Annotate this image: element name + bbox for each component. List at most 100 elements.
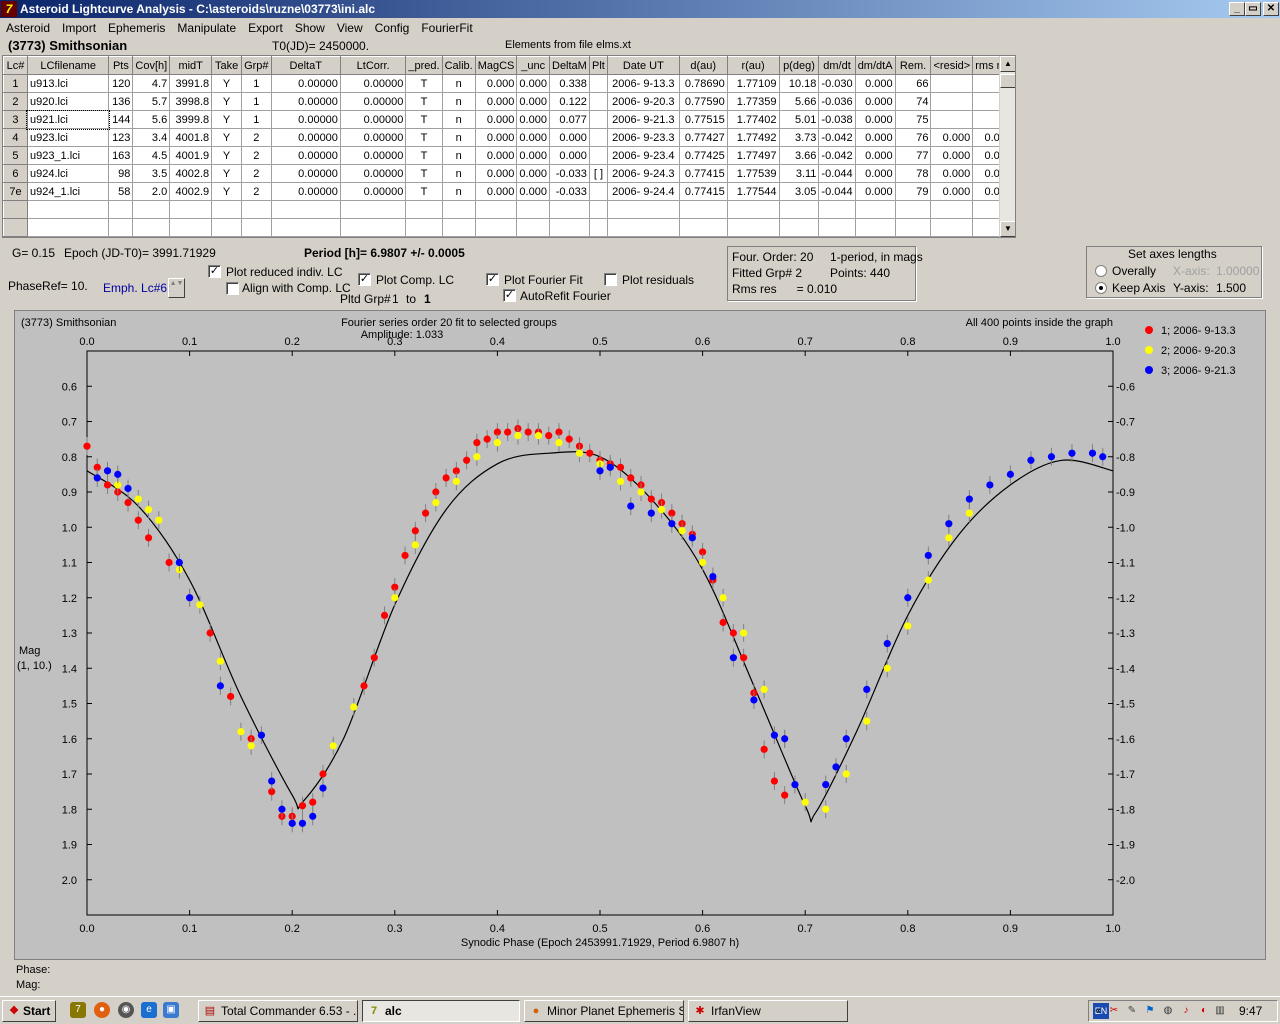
table-cell[interactable]: 123 — [108, 128, 134, 147]
lightcurve-chart[interactable]: (3773) Smithsonian Fourier series order … — [14, 310, 1266, 960]
table-cell[interactable]: 0.000 — [516, 110, 550, 129]
column-header[interactable]: Cov[h] — [132, 56, 171, 75]
data-point[interactable] — [545, 432, 553, 440]
data-point[interactable] — [904, 594, 912, 602]
menu-asteroid[interactable]: Asteroid — [0, 19, 56, 37]
table-cell[interactable]: 0.000 — [475, 128, 518, 147]
data-point[interactable] — [965, 509, 973, 517]
table-cell[interactable] — [855, 200, 896, 219]
table-cell[interactable] — [930, 74, 974, 93]
table-cell[interactable]: 0.00000 — [271, 164, 341, 183]
data-point[interactable] — [298, 802, 307, 810]
row-header[interactable]: 1 — [3, 74, 28, 93]
table-cell[interactable] — [930, 110, 974, 129]
table-cell[interactable]: 2 — [241, 146, 272, 165]
table-cell[interactable]: 3.5 — [132, 164, 171, 183]
data-point[interactable] — [103, 481, 112, 489]
data-point[interactable] — [165, 558, 173, 567]
table-cell[interactable]: 2006- 9-24.3 — [607, 164, 680, 183]
data-point[interactable] — [924, 576, 932, 584]
table-cell[interactable]: n — [442, 74, 476, 93]
column-header[interactable]: midT — [169, 56, 213, 75]
data-point[interactable] — [432, 498, 440, 507]
table-cell[interactable]: 0.00000 — [271, 92, 341, 111]
table-cell[interactable]: 0.338 — [549, 74, 590, 93]
table-cell[interactable]: 0.00000 — [340, 92, 407, 111]
column-header[interactable]: DeltaM — [548, 56, 590, 75]
table-cell[interactable] — [516, 218, 550, 237]
data-point[interactable] — [463, 456, 471, 464]
table-cell[interactable] — [589, 182, 608, 201]
data-point[interactable] — [370, 654, 378, 662]
column-header[interactable]: <resid> — [930, 56, 974, 75]
table-cell[interactable]: u920.lci — [27, 92, 110, 111]
table-cell[interactable] — [340, 200, 407, 219]
row-header[interactable]: 2 — [3, 92, 28, 111]
table-cell[interactable] — [779, 200, 820, 219]
data-point[interactable] — [1068, 449, 1076, 457]
table-cell[interactable]: 2006- 9-24.4 — [607, 182, 680, 201]
data-point[interactable] — [298, 819, 307, 827]
table-cell[interactable]: 3.4 — [132, 128, 171, 147]
data-point[interactable] — [770, 777, 779, 785]
column-header[interactable]: Take — [211, 56, 243, 75]
table-cell[interactable] — [132, 218, 171, 237]
table-cell[interactable]: u913.lci — [27, 74, 110, 93]
data-point[interactable] — [380, 611, 389, 619]
plot-reduced-checkbox[interactable]: ✓ — [208, 265, 221, 278]
table-cell[interactable]: 0.00000 — [271, 74, 341, 93]
table-cell[interactable]: 79 — [895, 182, 932, 201]
data-point[interactable] — [575, 449, 584, 457]
data-point[interactable] — [945, 520, 953, 528]
table-cell[interactable] — [241, 218, 272, 237]
data-point[interactable] — [216, 657, 224, 665]
data-point[interactable] — [1006, 470, 1015, 478]
table-cell[interactable] — [930, 200, 974, 219]
scroll-thumb[interactable] — [1000, 74, 1015, 88]
tray-expand-icon[interactable]: « — [1091, 1004, 1105, 1018]
data-point[interactable] — [452, 477, 460, 486]
table-cell[interactable]: 0.00000 — [340, 182, 407, 201]
menu-manipulate[interactable]: Manipulate — [171, 19, 242, 37]
table-cell[interactable]: 1 — [241, 92, 272, 111]
tray-network-icon[interactable]: ⚑ — [1143, 1004, 1157, 1018]
table-cell[interactable]: [ ] — [589, 164, 608, 183]
table-cell[interactable]: 10.18 — [779, 74, 820, 93]
data-point[interactable] — [791, 780, 799, 789]
table-cell[interactable]: -0.044 — [818, 182, 856, 201]
menu-show[interactable]: Show — [289, 19, 331, 37]
data-point[interactable] — [329, 742, 337, 750]
x-axis-value[interactable]: 1.00000 — [1216, 264, 1259, 278]
data-point[interactable] — [863, 717, 871, 725]
table-cell[interactable]: 0.77590 — [679, 92, 728, 111]
data-point[interactable] — [729, 654, 737, 662]
data-point[interactable] — [124, 484, 132, 493]
table-cell[interactable]: 3.11 — [779, 164, 820, 183]
data-point[interactable] — [268, 777, 276, 785]
data-point[interactable] — [904, 622, 912, 630]
data-point[interactable] — [483, 435, 491, 443]
table-cell[interactable] — [589, 218, 608, 237]
table-cell[interactable]: 0.000 — [549, 146, 590, 165]
table-cell[interactable] — [405, 200, 443, 219]
column-header[interactable]: Calib. — [441, 56, 476, 75]
scroll-down-icon[interactable]: ▼ — [1000, 221, 1015, 237]
table-cell[interactable]: 0.77415 — [679, 164, 728, 183]
data-point[interactable] — [206, 629, 214, 637]
row-header[interactable]: 5 — [3, 146, 28, 165]
data-point[interactable] — [627, 502, 635, 510]
data-point[interactable] — [247, 742, 255, 750]
table-cell[interactable]: 76 — [895, 128, 932, 147]
data-point[interactable] — [227, 692, 235, 701]
data-point[interactable] — [83, 442, 91, 450]
column-header[interactable]: p(deg) — [778, 56, 820, 75]
menu-fourierfit[interactable]: FourierFit — [415, 19, 478, 37]
data-point[interactable] — [883, 664, 891, 672]
data-point[interactable] — [360, 682, 368, 690]
ie-icon[interactable]: e — [141, 1002, 157, 1018]
data-point[interactable] — [421, 509, 430, 517]
data-point[interactable] — [596, 467, 604, 475]
table-cell[interactable]: 1.77492 — [727, 128, 780, 147]
data-point[interactable] — [863, 685, 871, 693]
column-header[interactable]: Plt — [588, 56, 608, 75]
